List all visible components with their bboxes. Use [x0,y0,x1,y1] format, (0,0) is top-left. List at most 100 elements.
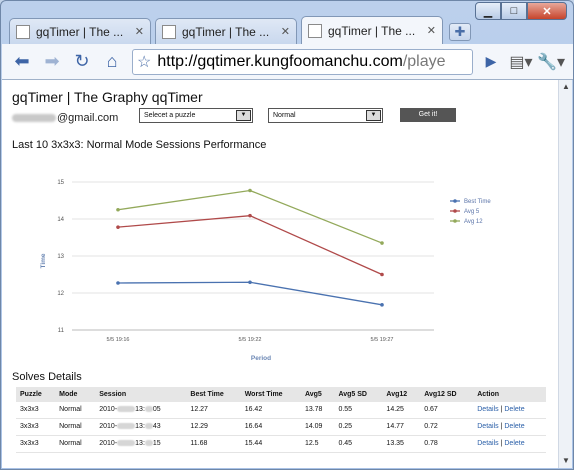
go-icon[interactable]: ▶ [477,49,505,75]
column-header: Session [95,387,187,402]
page-viewport: gqTimer | The Graphy qqTimer @gmail.com … [2,80,558,468]
cell-puzzle: 3x3x3 [16,402,56,419]
legend-marker [453,209,457,213]
scroll-down-icon[interactable]: ▼ [561,456,571,466]
cell-avg12: 13.35 [382,435,421,453]
data-point [116,207,120,212]
page-icon [16,24,30,39]
y-axis-label: Time [40,253,47,268]
close-icon[interactable]: ✕ [527,2,567,20]
data-point [248,213,252,218]
page-icon [308,23,322,38]
delete-link[interactable]: Delete [504,423,524,430]
solves-heading: Solves Details [12,371,82,383]
wrench-menu-icon[interactable]: 🔧▾ [537,49,565,75]
data-point [380,272,384,277]
y-tick-label: 11 [58,328,65,334]
redacted-text [144,440,153,447]
details-link[interactable]: Details [477,406,498,413]
cell-mode: Normal [55,402,96,419]
cell-action: Details | Delete [473,435,546,453]
cell-avg12-sd: 0.67 [420,402,474,419]
cell-avg5: 12.5 [300,435,335,453]
cell-avg5-sd: 0.25 [334,418,383,436]
cell-session: 2010- 13: 43 [95,418,187,436]
data-point [248,280,252,285]
column-header: Avg12 [382,387,421,402]
page-menu-icon[interactable]: ▤▾ [507,49,535,75]
forward-icon[interactable]: ➡ [38,49,66,75]
tab-close-icon[interactable]: ✕ [427,24,436,37]
minimize-icon[interactable]: ▁ [475,2,501,20]
cell-best-time: 12.27 [186,402,241,419]
table-row: 3x3x3 Normal 2010- 13: 43 12.29 16.64 14.09 0.25… [16,418,546,436]
column-header: Puzzle [16,387,56,402]
address-bar[interactable]: ☆ http://gqtimer.kungfoomanchu.com/playe [132,48,473,75]
data-point [248,188,252,193]
x-tick-label: 5/5 19:16 [107,337,130,343]
delete-link[interactable]: Delete [504,440,524,447]
back-icon[interactable]: ⬅ [8,49,36,75]
cell-action: Details | Delete [473,418,546,436]
y-tick-label: 12 [57,291,64,297]
legend-marker [453,219,457,223]
y-tick-label: 14 [57,217,64,223]
x-axis-label: Period [251,355,271,362]
delete-link[interactable]: Delete [504,406,524,413]
tab-title: gqTimer | The ... [328,23,416,38]
details-link[interactable]: Details [477,440,498,447]
home-icon[interactable]: ⌂ [98,49,126,75]
column-header: Avg5 [300,387,335,402]
cell-avg12: 14.25 [382,402,421,419]
data-point [116,281,120,285]
legend-label: Best Time [464,199,491,205]
tab-2[interactable]: gqTimer | The ... ✕ [155,18,297,44]
column-header: Best Time [186,387,241,402]
cell-worst-time: 15.44 [240,435,301,453]
tab-close-icon[interactable]: ✕ [135,25,144,38]
column-header: Worst Time [240,387,301,402]
tab-strip: gqTimer | The ... ✕ gqTimer | The ... ✕ … [9,16,471,44]
legend-label: Avg 12 [464,219,483,225]
browser-toolbar: ⬅ ➡ ↻ ⌂ ☆ http://gqtimer.kungfoomanchu.c… [2,44,573,80]
tab-3-active[interactable]: gqTimer | The ... ✕ [301,16,443,44]
cell-best-time: 11.68 [186,435,241,453]
data-point [380,241,384,245]
redacted-text [117,406,136,413]
cell-avg12-sd: 0.72 [420,418,474,436]
scroll-up-icon[interactable]: ▲ [561,82,571,92]
cell-worst-time: 16.64 [240,418,301,436]
series-line [117,281,383,306]
redacted-text [117,440,136,447]
column-header: Mode [55,387,96,402]
tab-title: gqTimer | The ... [182,24,270,39]
performance-chart: 15 14 13 12 11 5/5 19:16 5/5 19:22 5/5 19:27 Per… [40,180,491,362]
tab-close-icon[interactable]: ✕ [281,25,290,38]
legend-marker [453,199,457,203]
cell-best-time: 12.29 [186,418,241,436]
x-tick-label: 5/5 19:27 [371,337,394,343]
page-icon [162,24,176,39]
cell-avg12-sd: 0.78 [420,435,474,453]
cell-puzzle: 3x3x3 [16,435,56,453]
redacted-text [144,423,153,430]
maximize-icon[interactable]: □ [501,2,527,20]
tab-1[interactable]: gqTimer | The ... ✕ [9,18,151,44]
cell-session: 2010- 13: 15 [95,435,187,453]
table-row: 3x3x3 Normal 2010- 13: 15 11.68 15.44 12.5 0.45 1… [16,435,546,453]
cell-mode: Normal [55,435,96,453]
vertical-scrollbar[interactable]: ▲ ▼ [558,80,572,468]
cell-mode: Normal [55,418,96,436]
new-tab-button[interactable]: ✚ [449,23,471,41]
cell-avg5: 14.09 [300,418,335,436]
legend-label: Avg 5 [464,209,480,215]
details-link[interactable]: Details [477,423,498,430]
x-tick-label: 5/5 19:22 [239,337,262,343]
cell-avg5-sd: 0.45 [334,435,383,453]
column-header: Avg12 SD [420,387,474,402]
bookmark-star-icon[interactable]: ☆ [137,52,151,72]
cell-action: Details | Delete [473,402,546,419]
cell-puzzle: 3x3x3 [16,418,56,436]
reload-icon[interactable]: ↻ [68,49,96,75]
cell-session: 2010- 13: 05 [95,402,187,419]
